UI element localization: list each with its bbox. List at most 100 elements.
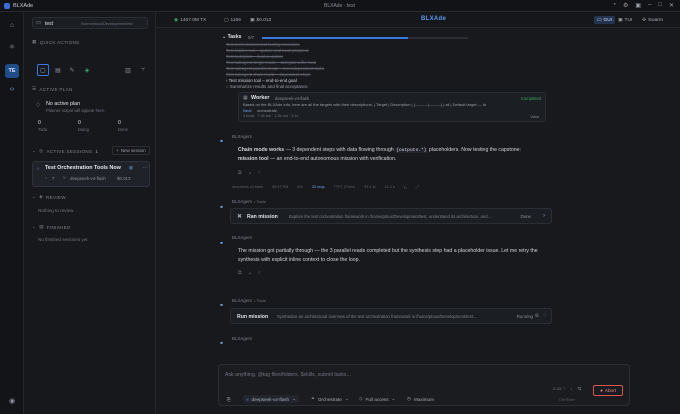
access-selector[interactable]: ◇ Full access ⌄ (359, 395, 395, 403)
effort-selector[interactable]: ◷ Maximum (407, 395, 434, 403)
model-icon: ≈ (63, 175, 66, 180)
worker-card[interactable]: ▦ Worker deepseek-v4-flash Completed Bas… (238, 92, 546, 122)
composer-tools: ↑ ↓ ⇆ (563, 386, 581, 392)
code-icon[interactable]: ‹› (5, 82, 19, 96)
agents-icon[interactable]: ⚛ (5, 40, 19, 54)
task-item-text: Test mission tool – end-to-end goal (228, 78, 297, 83)
monitor-icon: ▭ (597, 17, 602, 23)
cost-icon: ▣ (250, 17, 255, 23)
model-selector[interactable]: ≈ deepseek-v4-flash ⌄ (243, 395, 299, 403)
tool-status: Done (520, 214, 532, 219)
task-item: ○ Summarize results and final acceptance (226, 84, 308, 89)
project-selector[interactable]: ▭ test /home/ptoux/Development/test (32, 17, 148, 29)
message-author: BLXAgent (232, 336, 252, 341)
session-card[interactable]: › Test Orchestration Tools Now ◍ ⋯ ▫ 7 ≈… (32, 161, 150, 187)
swarm-tab[interactable]: ✣ Swarm (642, 16, 663, 24)
thumbs-up-icon[interactable]: ▵ (249, 170, 252, 176)
settings-icon[interactable]: ⚙ (623, 2, 628, 9)
mission-icon: ✖ (237, 214, 243, 220)
chevron-down-icon[interactable]: ⌄ (32, 224, 36, 230)
tui-label: TUI (624, 17, 633, 23)
chevron-down-icon: ⌄ (292, 396, 296, 401)
message-bold: Chain mode works (238, 147, 285, 153)
plan-empty-icon: ◇ (36, 102, 41, 108)
active-plan-header: ☰ ACTIVE PLAN (32, 86, 73, 92)
message-span: The mission got partially through — the … (238, 248, 538, 254)
home-icon[interactable]: ⌂ (5, 18, 19, 32)
worker-view-button[interactable]: View (530, 114, 539, 119)
notification-icon[interactable]: ◔ (612, 2, 616, 9)
workspace-te-button[interactable]: TE (5, 64, 19, 78)
copy-icon[interactable]: ⧉ (238, 270, 242, 276)
tool-desc: Synthesize an architectural overview of … (277, 314, 477, 319)
agent-avatar-icon: ⚭ (219, 303, 225, 309)
active-sessions-count: 1 (95, 148, 99, 154)
review-empty: Nothing to review (38, 208, 74, 213)
user-icon[interactable]: ◉ (5, 394, 19, 408)
task-item-text: Summarize results and final acceptance (229, 84, 308, 89)
gui-tab[interactable]: ▭ GUI (594, 16, 616, 24)
expand-icon[interactable]: ⤢ (416, 185, 419, 190)
close-icon[interactable]: ✕ (669, 2, 674, 9)
task-item: Test orchestration tool tooling scenario… (226, 42, 300, 47)
task-item: Test subagent chain mode – dependent ste… (226, 72, 311, 77)
tool-tag-label: Tools (256, 298, 266, 303)
review-icon: ◈ (39, 194, 43, 199)
agent-avatar-icon: ⚭ (219, 241, 225, 247)
composer-input[interactable]: Ask anything, @tag files/folders, $skill… (225, 372, 351, 378)
attach-icon[interactable]: ⎘ (227, 395, 231, 403)
done-label: Done (118, 127, 129, 132)
chat-action-icon[interactable]: ▢ (37, 64, 49, 76)
top-bar: ◉ 1467.0M TX ▢ 1156 ▣ $0.013 BLXAde ▭ GU… (156, 12, 680, 28)
app-name: BLXAde (13, 3, 34, 9)
thumbs-down-icon[interactable]: ▿ (258, 170, 261, 176)
model-label: deepseek-v4-flash (251, 396, 290, 402)
active-sessions-label: ACTIVE SESSIONS (46, 148, 93, 154)
run-action-icon[interactable]: ◈ (81, 64, 93, 76)
finished-icon: ▤ (39, 224, 44, 229)
cost-value: $0.013 (256, 17, 272, 23)
maximize-icon[interactable]: □ (658, 2, 662, 9)
session-menu-icon[interactable]: ⋯ (143, 165, 148, 171)
scroll-down-icon[interactable]: ↓ (570, 386, 572, 392)
swarm-label: Swarm (648, 17, 663, 23)
terminal-action-icon[interactable]: ▤ (52, 64, 64, 76)
edit-action-icon[interactable]: ✎ (66, 64, 78, 76)
split-action-icon[interactable]: ▥ (122, 64, 134, 76)
chevron-down-icon[interactable]: ⌄ (32, 148, 36, 154)
tasks-title: Tasks (227, 34, 242, 40)
mode-selector[interactable]: ⚭ Orchestrate ⌄ (311, 395, 349, 403)
tool-card-mission-running[interactable]: Run mission Synthesize an architectural … (230, 308, 552, 324)
thumbs-down-icon[interactable]: ▿ (258, 270, 261, 276)
branch-action-icon[interactable]: ⑂ (137, 64, 149, 76)
spinner-icon: ◌ (543, 313, 547, 319)
finished-header: ⌄ ▤ FINISHED (32, 224, 71, 230)
stop-icon[interactable]: ⊘ (535, 313, 539, 319)
retry-icon[interactable]: ↻ (404, 185, 407, 190)
scroll-up-icon[interactable]: ↑ (563, 386, 565, 392)
minimize-icon[interactable]: – (648, 2, 651, 9)
chevron-right-icon[interactable]: › (543, 213, 545, 219)
worker-meta: 4 tools · 7.4k tok · 1.2k out · 3.1s (243, 114, 299, 118)
message-footer: deepseek-v4-flash 08:47 PM 6% 33 reqs TT… (232, 185, 419, 190)
tool-card-mission[interactable]: ✖ Ran mission Explore the test orchestra… (230, 208, 552, 224)
layout-icon[interactable]: ▣ (635, 2, 641, 9)
sessions-icon: ◎ (39, 148, 44, 153)
message-author: BLXAgent (232, 235, 252, 240)
task-item: Test todo/plan – read & update (226, 54, 284, 59)
pin-icon[interactable]: ◍ (129, 165, 133, 171)
message-span: — an end-to-end autonomous mission with … (268, 156, 397, 162)
window-breadcrumb: BLXAde · test (324, 3, 355, 9)
thumbs-up-icon[interactable]: ▵ (249, 270, 252, 276)
queue-icon[interactable]: ⇆ (578, 386, 582, 392)
chevron-down-icon: ⌄ (344, 396, 349, 401)
worker-next-value: orchestrate (257, 108, 278, 113)
abort-button[interactable]: ● Abort (593, 385, 623, 396)
title-bar: BLXAde BLXAde · test ◔ ⚙ ▣ – □ ✕ (0, 0, 680, 12)
tui-tab[interactable]: ▣ TUI (618, 16, 632, 24)
new-session-button[interactable]: + New session (112, 146, 150, 155)
chevron-down-icon[interactable]: ⌄ (32, 194, 36, 200)
plan-icon: ☰ (32, 86, 37, 91)
agent-avatar-icon: ⚭ (219, 205, 225, 211)
copy-icon[interactable]: ⧉ (238, 170, 242, 176)
